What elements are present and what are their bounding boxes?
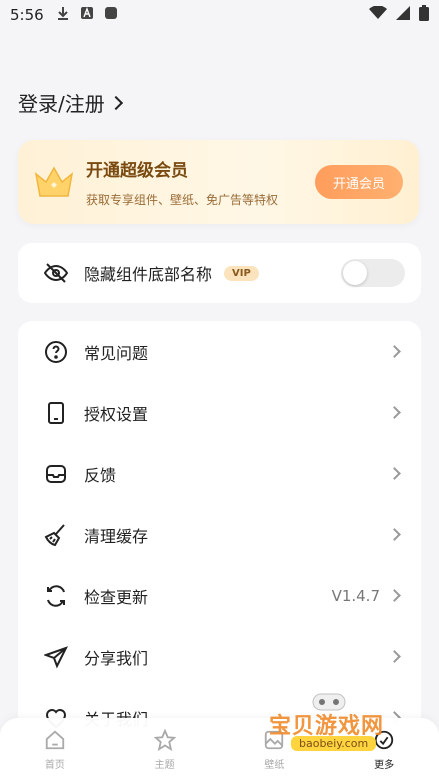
signal-icon — [395, 6, 411, 24]
toggle-knob — [343, 261, 367, 285]
paper-plane-icon — [44, 645, 68, 669]
nav-label: 主题 — [154, 759, 175, 771]
wifi-icon — [369, 5, 387, 24]
login-label: 登录/注册 — [18, 92, 105, 116]
eye-off-icon — [44, 261, 68, 285]
home-icon — [43, 728, 67, 752]
vip-promo-card[interactable]: 开通超级会员 获取专享组件、壁纸、免广告等特权 开通会员 — [18, 140, 419, 224]
open-vip-button[interactable]: 开通会员 — [315, 165, 403, 199]
chevron-right-icon — [388, 528, 401, 541]
chevron-right-icon — [388, 589, 401, 602]
hide-widget-name-row: 隐藏组件底部名称 VIP — [18, 243, 421, 303]
star-icon — [153, 728, 177, 752]
nav-theme[interactable]: 主题 — [110, 718, 220, 780]
menu-item-faq[interactable]: 常见问题 — [18, 321, 421, 382]
question-icon — [44, 340, 68, 364]
menu-item-label: 授权设置 — [84, 404, 149, 424]
hide-widget-name-toggle[interactable] — [341, 259, 405, 287]
hide-widget-name-label: 隐藏组件底部名称 — [84, 265, 213, 284]
menu-item-label: 分享我们 — [84, 648, 149, 668]
vip-title: 开通超级会员 — [86, 161, 188, 181]
chevron-right-icon — [388, 467, 401, 480]
square-app-icon — [104, 6, 118, 24]
menu-item-label: 检查更新 — [84, 587, 149, 607]
status-time: 5:56 — [10, 6, 44, 24]
nav-label: 首页 — [44, 759, 65, 771]
vip-badge: VIP — [224, 265, 259, 281]
mailbox-icon — [44, 462, 68, 486]
menu-item-share[interactable]: 分享我们 — [18, 626, 421, 687]
nav-home[interactable]: 首页 — [0, 718, 110, 780]
menu-item-check-update[interactable]: 检查更新 V1.4.7 — [18, 565, 421, 626]
menu-item-feedback[interactable]: 反馈 — [18, 443, 421, 504]
broom-icon — [44, 523, 68, 547]
chevron-right-icon — [388, 345, 401, 358]
settings-menu: 常见问题 授权设置 反馈 清理缓存 检查更新 V1.4.7 分享我们 — [18, 321, 421, 751]
phone-icon — [44, 401, 68, 425]
menu-item-permissions[interactable]: 授权设置 — [18, 382, 421, 443]
chevron-right-icon — [108, 95, 123, 110]
status-bar: 5:56 — [0, 0, 439, 30]
watermark-url: baobeiy.com — [291, 736, 377, 751]
menu-item-label: 常见问题 — [84, 343, 149, 363]
vip-subtitle: 获取专享组件、壁纸、免广告等特权 — [86, 193, 279, 207]
download-icon — [56, 6, 70, 24]
site-watermark: 宝贝游戏网 baobeiy.com — [269, 688, 409, 758]
menu-item-label: 反馈 — [84, 465, 117, 485]
chevron-right-icon — [388, 650, 401, 663]
chevron-right-icon — [388, 406, 401, 419]
text-app-icon — [80, 6, 94, 24]
menu-item-clear-cache[interactable]: 清理缓存 — [18, 504, 421, 565]
battery-icon — [419, 5, 429, 25]
menu-item-label: 清理缓存 — [84, 526, 149, 546]
version-value: V1.4.7 — [331, 586, 380, 605]
crown-icon — [32, 164, 76, 200]
login-register-link[interactable]: 登录/注册 — [18, 88, 123, 117]
refresh-icon — [44, 584, 68, 608]
